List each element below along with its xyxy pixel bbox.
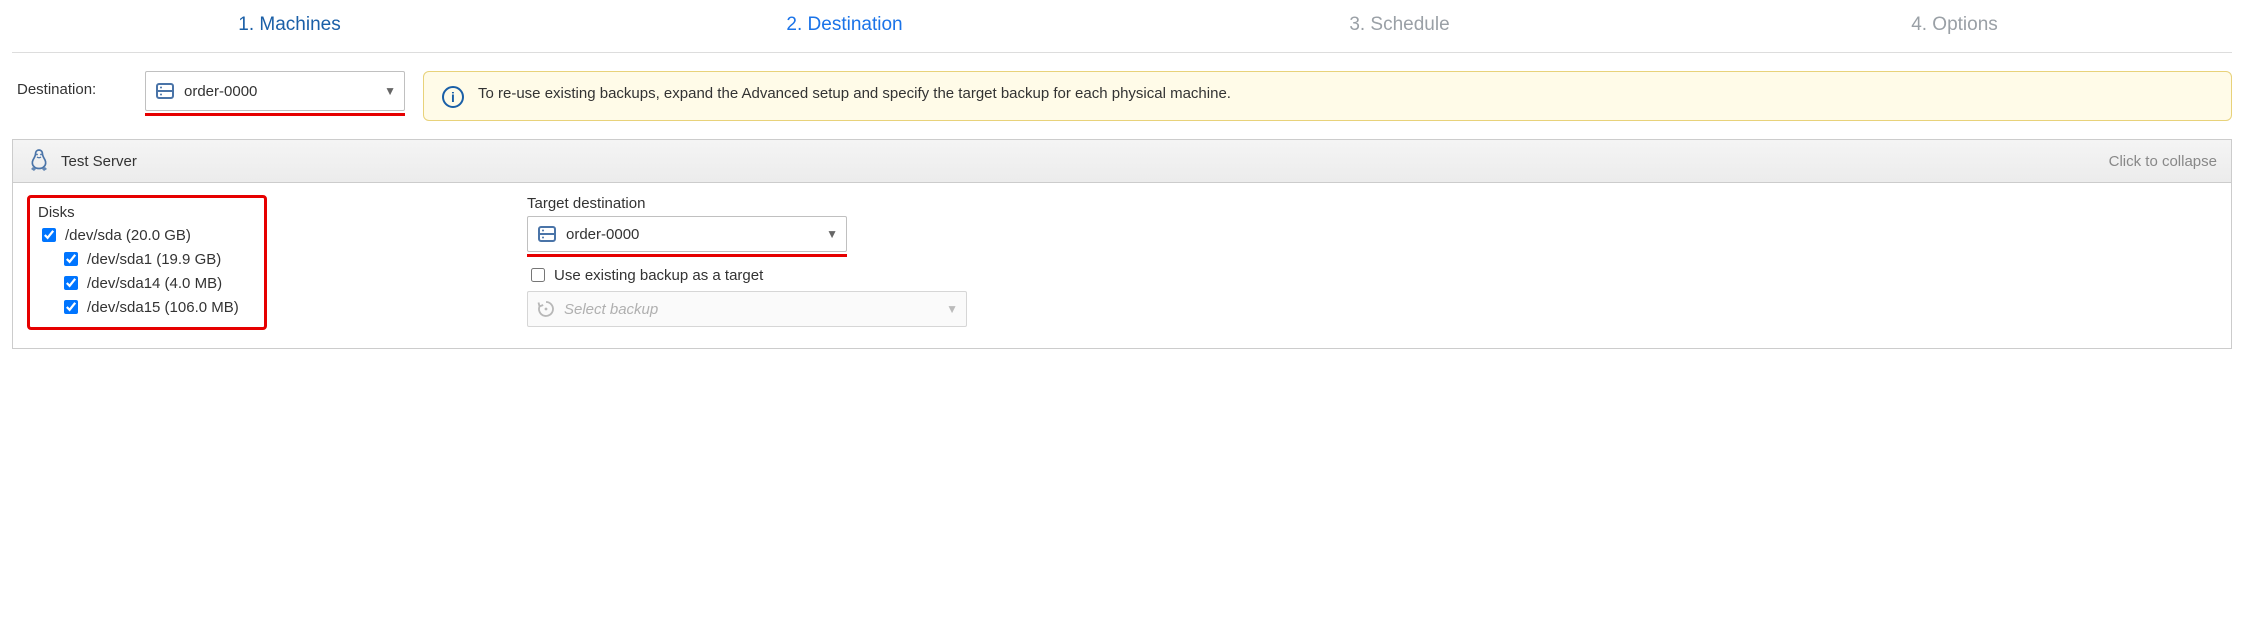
server-panel-header[interactable]: Test Server Click to collapse	[13, 140, 2231, 183]
checkbox-sda[interactable]	[42, 228, 56, 242]
chevron-down-icon: ▼	[826, 227, 838, 241]
collapse-hint: Click to collapse	[2109, 153, 2217, 170]
destination-value: order-0000	[184, 83, 257, 100]
select-backup-dropdown: Select backup ▼	[527, 291, 967, 327]
info-banner: i To re-use existing backups, expand the…	[423, 71, 2232, 121]
target-destination-select[interactable]: order-0000 ▼	[527, 216, 847, 252]
info-icon: i	[442, 86, 464, 108]
checkbox-sda1[interactable]	[64, 252, 78, 266]
disks-column: Disks /dev/sda (20.0 GB) /dev/sda1 (19.9…	[13, 183, 513, 348]
use-existing-label: Use existing backup as a target	[554, 267, 763, 284]
disks-highlight-box: Disks /dev/sda (20.0 GB) /dev/sda1 (19.9…	[27, 195, 267, 330]
checkbox-sda14[interactable]	[64, 276, 78, 290]
disk-row-sda15: /dev/sda15 (106.0 MB)	[60, 297, 256, 317]
storage-icon	[154, 80, 176, 102]
destination-select-wrap: order-0000 ▼	[145, 71, 405, 116]
step-destination[interactable]: 2. Destination	[567, 14, 1122, 36]
destination-row: Destination: order-0000 ▼ i To re-use ex…	[12, 71, 2232, 121]
linux-icon	[27, 148, 51, 174]
destination-select[interactable]: order-0000 ▼	[145, 71, 405, 111]
storage-icon	[536, 223, 558, 245]
target-column: Target destination order-0000 ▼	[513, 183, 2231, 348]
disk-label-sda14: /dev/sda14 (4.0 MB)	[87, 275, 222, 292]
step-schedule[interactable]: 3. Schedule	[1122, 14, 1677, 36]
target-destination-label: Target destination	[527, 195, 2217, 212]
select-backup-placeholder: Select backup	[564, 301, 658, 318]
disks-title: Disks	[38, 204, 256, 221]
target-destination-value: order-0000	[566, 226, 639, 243]
server-panel: Test Server Click to collapse Disks /dev…	[12, 139, 2232, 349]
highlight-underline	[145, 113, 405, 116]
info-text: To re-use existing backups, expand the A…	[478, 84, 1231, 104]
disk-row-sda: /dev/sda (20.0 GB)	[38, 225, 256, 245]
chevron-down-icon: ▼	[946, 302, 958, 316]
disk-row-sda1: /dev/sda1 (19.9 GB)	[60, 249, 256, 269]
target-select-wrap: order-0000 ▼	[527, 216, 847, 257]
destination-label: Destination:	[17, 71, 127, 98]
step-machines[interactable]: 1. Machines	[12, 14, 567, 36]
restore-icon	[536, 299, 556, 319]
step-options[interactable]: 4. Options	[1677, 14, 2232, 36]
disk-label-sda: /dev/sda (20.0 GB)	[65, 227, 191, 244]
server-name: Test Server	[61, 153, 137, 170]
disk-label-sda15: /dev/sda15 (106.0 MB)	[87, 299, 239, 316]
use-existing-row: Use existing backup as a target	[527, 265, 2217, 285]
server-panel-body: Disks /dev/sda (20.0 GB) /dev/sda1 (19.9…	[13, 183, 2231, 348]
disk-row-sda14: /dev/sda14 (4.0 MB)	[60, 273, 256, 293]
chevron-down-icon: ▼	[384, 84, 396, 98]
checkbox-sda15[interactable]	[64, 300, 78, 314]
highlight-underline	[527, 254, 847, 257]
disk-label-sda1: /dev/sda1 (19.9 GB)	[87, 251, 221, 268]
wizard-steps: 1. Machines 2. Destination 3. Schedule 4…	[12, 0, 2232, 53]
checkbox-use-existing[interactable]	[531, 268, 545, 282]
